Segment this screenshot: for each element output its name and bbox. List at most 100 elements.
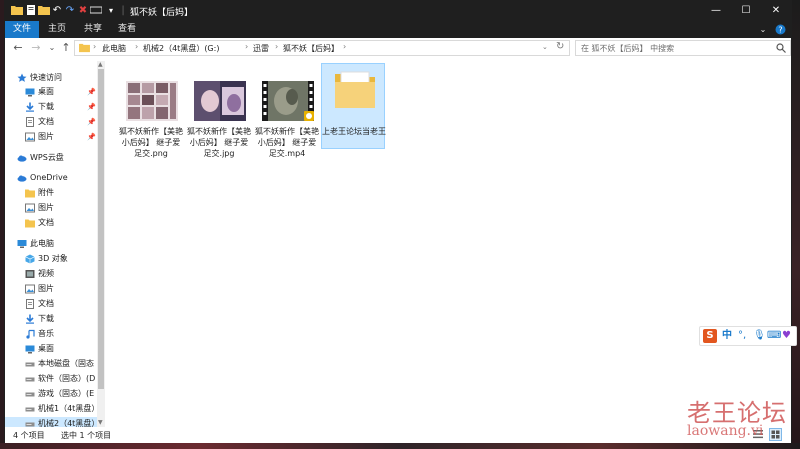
selection-count: 选中 1 个项目 <box>61 431 112 440</box>
sidebar-item[interactable]: 图片 <box>5 282 97 296</box>
properties-icon[interactable] <box>25 4 37 17</box>
sidebar-item[interactable]: WPS云盘 <box>5 151 97 165</box>
breadcrumb-xunlei[interactable]: 迅雷 <box>253 43 269 54</box>
redo-icon[interactable]: ↷ <box>64 4 76 17</box>
keyboard-icon[interactable]: ⌨ <box>767 329 781 343</box>
up-button[interactable]: ↑ <box>59 40 73 56</box>
item-count: 4 个项目 <box>13 431 45 440</box>
folder-icon <box>335 71 375 108</box>
search-box[interactable] <box>575 40 791 56</box>
sidebar-item-label: 桌面 <box>38 87 54 96</box>
punctuation-icon[interactable]: °, <box>738 329 746 343</box>
sidebar-item[interactable]: 本地磁盘（固态 <box>5 357 97 371</box>
sidebar-item[interactable]: OneDrive <box>5 171 97 185</box>
expand-ribbon-icon[interactable]: ⌄ <box>757 21 769 38</box>
minimize-button[interactable]: — <box>701 1 731 21</box>
window-title: 狐不妖【后妈】 <box>130 8 194 18</box>
folder-icon <box>11 4 23 17</box>
sidebar-item[interactable]: 桌面 <box>5 342 97 356</box>
breadcrumb-current-folder[interactable]: 狐不妖【后妈】 <box>283 43 339 54</box>
drive-icon <box>25 374 35 384</box>
sidebar-item-label: 桌面 <box>38 344 54 353</box>
sidebar-item-label: 下载 <box>38 314 54 323</box>
sidebar-item[interactable]: 机械1（4t黑盘） <box>5 402 97 416</box>
help-icon[interactable]: ? <box>773 21 787 38</box>
tab-home[interactable]: 主页 <box>45 21 69 38</box>
forward-button[interactable]: → <box>29 40 43 56</box>
tab-file[interactable]: 文件 <box>5 21 39 38</box>
file-item-png[interactable]: 狐不妖新作【美艳小后妈】 继子爱足交.png <box>119 61 183 158</box>
search-icon[interactable] <box>776 43 786 56</box>
folder-item-selected[interactable]: 上老王论坛当老王 <box>321 63 386 149</box>
computer-icon <box>17 239 27 249</box>
sidebar-item[interactable]: 视频 <box>5 267 97 281</box>
sidebar-item[interactable]: 软件（固态）(D <box>5 372 97 386</box>
sidebar-item[interactable]: 文档 <box>5 297 97 311</box>
star-icon <box>17 73 27 83</box>
sidebar-item[interactable]: 附件 <box>5 186 97 200</box>
scroll-up-icon[interactable]: ▲ <box>98 61 103 68</box>
sidebar-item[interactable]: 游戏（固态）(E <box>5 387 97 401</box>
recent-locations-button[interactable]: ⌄ <box>45 40 59 56</box>
sidebar-item-label: 图片 <box>38 203 54 212</box>
sidebar-item[interactable]: 3D 对象 <box>5 252 97 266</box>
customize-quick-access-icon[interactable]: ▾ <box>105 4 117 17</box>
address-history-icon[interactable]: ⌄ <box>542 43 548 51</box>
sidebar-item[interactable]: 文档 <box>5 216 97 230</box>
sidebar-item[interactable]: 文档 📌 <box>5 115 97 129</box>
desktop-background-bottom <box>0 443 800 449</box>
folder-icon <box>79 43 90 56</box>
refresh-icon[interactable]: ↻ <box>556 41 564 52</box>
sidebar-item[interactable]: 下载 📌 <box>5 100 97 114</box>
file-item-mp4[interactable]: 狐不妖新作【美艳小后妈】 继子爱足交.mp4 <box>255 61 319 158</box>
maximize-button[interactable]: ☐ <box>731 1 761 21</box>
sidebar-item[interactable]: 下载 <box>5 312 97 326</box>
undo-icon[interactable]: ↶ <box>51 4 63 17</box>
tab-view[interactable]: 查看 <box>115 21 139 38</box>
sidebar-item[interactable]: 音乐 <box>5 327 97 341</box>
sidebar-item[interactable]: 图片 📌 <box>5 130 97 144</box>
cloud-icon <box>17 173 27 183</box>
file-item-jpg[interactable]: 狐不妖新作【美艳小后妈】 继子爱足交.jpg <box>187 61 251 158</box>
title-bar: ↶ ↷ ✖ ▾ | 狐不妖【后妈】 — ☐ ✕ <box>5 1 791 21</box>
music-icon <box>25 329 35 339</box>
sidebar-item[interactable]: 快速访问 <box>5 71 97 85</box>
address-bar[interactable]: › 此电脑 › 机械2（4t黑盘）(G:) › 迅雷 › 狐不妖【后妈】 › ⌄… <box>74 40 570 56</box>
sidebar-item-label: OneDrive <box>30 173 68 182</box>
scrollbar-thumb[interactable] <box>98 69 104 389</box>
sidebar-item-label: 机械1（4t黑盘） <box>38 404 97 413</box>
ime-mode-chinese[interactable]: 中 <box>722 329 732 343</box>
folder-icon <box>25 188 35 198</box>
sidebar-item-label: 本地磁盘（固态 <box>38 359 94 368</box>
delete-icon[interactable]: ✖ <box>77 4 89 17</box>
file-name: 狐不妖新作【美艳小后妈】 继子爱足交.png <box>119 127 183 158</box>
new-folder-icon[interactable] <box>38 4 50 17</box>
sidebar-item[interactable]: 机械2（4t黑盘） <box>5 417 97 427</box>
rename-icon[interactable] <box>89 4 103 17</box>
ime-toolbar[interactable]: S 中 °, 🎙 ⌨ ♥ <box>699 326 797 346</box>
pin-icon[interactable]: 📌 <box>87 115 96 129</box>
pictures-icon <box>25 132 35 142</box>
navigation-scrollbar[interactable]: ▲ ▼ <box>97 61 105 427</box>
close-button[interactable]: ✕ <box>761 1 791 21</box>
pin-icon[interactable]: 📌 <box>87 100 96 114</box>
sidebar-item-label: 文档 <box>38 299 54 308</box>
microphone-icon[interactable]: 🎙 <box>753 329 766 343</box>
sidebar-item[interactable]: 此电脑 <box>5 237 97 251</box>
breadcrumb-this-pc[interactable]: 此电脑 <box>102 43 126 54</box>
sidebar-item[interactable]: 图片 <box>5 201 97 215</box>
large-icons-view-icon[interactable] <box>769 428 782 441</box>
search-input[interactable] <box>581 42 771 54</box>
video-icon <box>25 269 35 279</box>
sidebar-item[interactable]: 桌面 📌 <box>5 85 97 99</box>
scroll-down-icon[interactable]: ▼ <box>98 419 103 426</box>
skin-icon[interactable]: ♥ <box>782 329 791 343</box>
pin-icon[interactable]: 📌 <box>87 85 96 99</box>
pin-icon[interactable]: 📌 <box>87 130 96 144</box>
sidebar-item-label: 附件 <box>38 188 54 197</box>
tab-share[interactable]: 共享 <box>81 21 105 38</box>
sogou-logo-icon[interactable]: S <box>703 329 717 343</box>
file-explorer-window: ↶ ↷ ✖ ▾ | 狐不妖【后妈】 — ☐ ✕ 文件 主页 共享 查看 ⌄ ? … <box>4 0 797 443</box>
back-button[interactable]: ← <box>11 40 25 56</box>
breadcrumb-drive[interactable]: 机械2（4t黑盘）(G:) <box>143 43 219 54</box>
